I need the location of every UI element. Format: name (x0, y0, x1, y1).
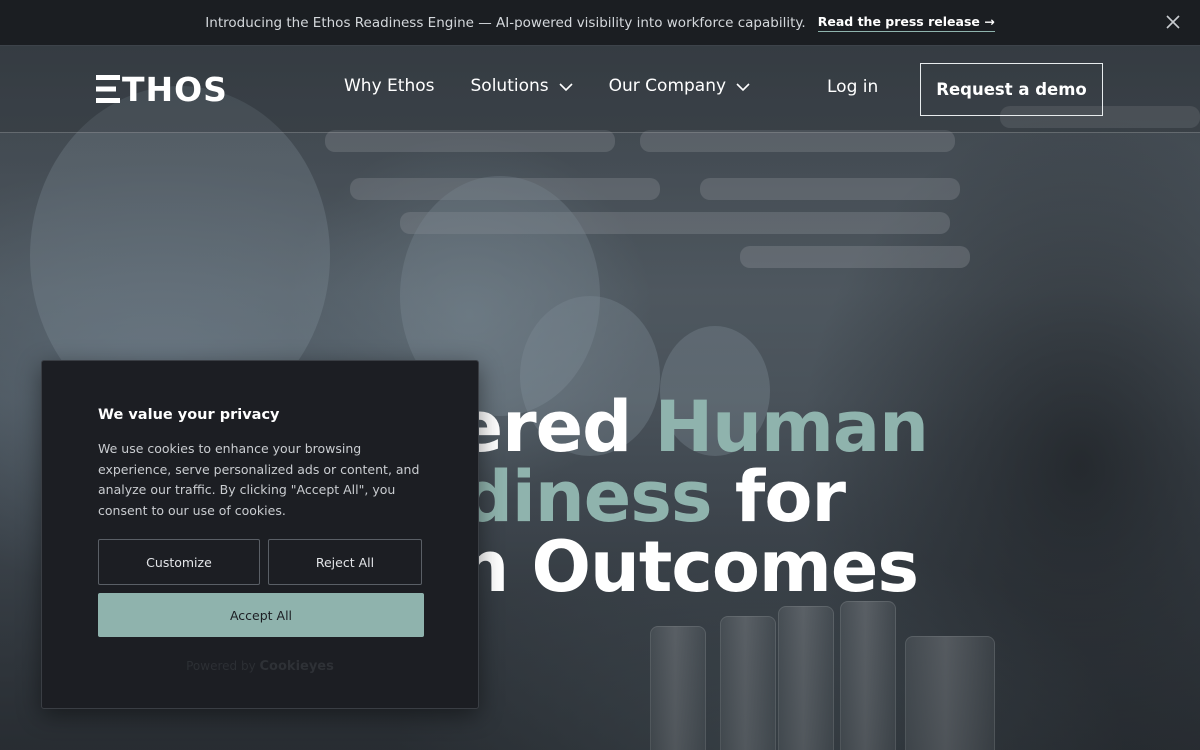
nav-label: Our Company (608, 76, 727, 96)
cookie-consent-banner: We value your privacy We use cookies to … (41, 360, 479, 709)
chevron-down-icon (736, 83, 750, 92)
accept-all-button[interactable]: Accept All (98, 593, 424, 637)
cookieyes-logo: Cookieyes (259, 659, 334, 674)
announcement-bar: Introducing the Ethos Readiness Engine —… (0, 0, 1200, 46)
reject-all-button[interactable]: Reject All (267, 539, 422, 585)
cookie-title: We value your privacy (98, 407, 280, 423)
powered-by-cookieyes[interactable]: Powered by Cookieyes (42, 659, 478, 674)
chevron-down-icon (559, 83, 573, 92)
site-header: THOS Why Ethos Solutions Our Company Log… (0, 46, 1200, 133)
logo-e-icon (96, 75, 120, 103)
nav-label: Solutions (470, 76, 549, 96)
press-release-link[interactable]: Read the press release → (817, 14, 995, 32)
nav-label: Why Ethos (344, 76, 435, 96)
close-icon[interactable] (1164, 13, 1182, 31)
powered-by-label: Powered by (186, 659, 256, 673)
main-nav: Why Ethos Solutions Our Company (344, 76, 750, 96)
login-link[interactable]: Log in (827, 77, 878, 97)
cookie-description: We use cookies to enhance your browsing … (98, 441, 420, 518)
announcement-text: Introducing the Ethos Readiness Engine —… (205, 14, 806, 31)
nav-solutions[interactable]: Solutions (471, 76, 573, 96)
request-demo-button[interactable]: Request a demo (920, 63, 1103, 116)
nav-why-ethos[interactable]: Why Ethos (344, 76, 435, 96)
logo-text: THOS (122, 69, 228, 109)
nav-our-company[interactable]: Our Company (609, 76, 750, 96)
ethos-logo[interactable]: THOS (96, 69, 228, 109)
customize-button[interactable]: Customize (98, 539, 260, 585)
headline-text: on Outcomes (412, 526, 919, 608)
